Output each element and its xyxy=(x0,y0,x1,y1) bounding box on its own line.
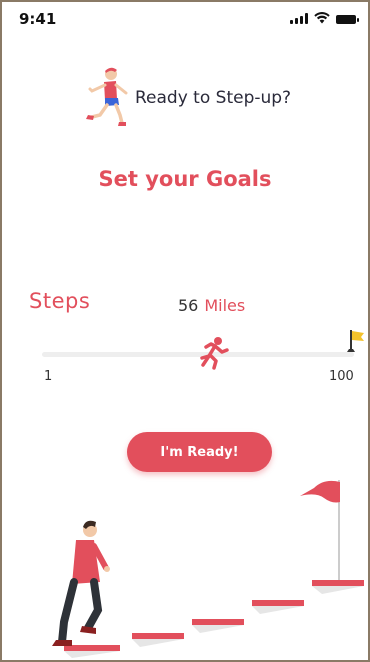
slider-min-label: 1 xyxy=(44,369,53,384)
wifi-icon xyxy=(314,12,330,24)
climbing-man-icon xyxy=(52,520,110,646)
status-time: 9:41 xyxy=(19,10,57,28)
battery-icon xyxy=(336,15,359,24)
stairs-illustration xyxy=(52,480,364,658)
goal-unit: Miles xyxy=(204,296,246,315)
ready-button[interactable]: I'm Ready! xyxy=(127,432,272,472)
goal-number: 56 xyxy=(178,296,199,315)
finish-flag-icon xyxy=(347,330,364,352)
running-person-icon[interactable] xyxy=(198,336,230,370)
app-screen: 9:41 Ready to Step-up? Set your Goals St… xyxy=(0,0,370,662)
runner-icon xyxy=(86,67,128,126)
stair-steps xyxy=(64,580,364,658)
page-title: Set your Goals xyxy=(98,167,272,191)
status-bar: 9:41 xyxy=(2,2,368,36)
goal-value: 56 Miles xyxy=(178,296,245,315)
signal-icon xyxy=(290,13,308,24)
steps-label: Steps xyxy=(29,289,91,313)
slider-max-label: 100 xyxy=(329,369,354,384)
status-icons xyxy=(290,12,359,24)
headline: Ready to Step-up? xyxy=(135,88,292,108)
goal-flag-icon xyxy=(300,480,340,580)
